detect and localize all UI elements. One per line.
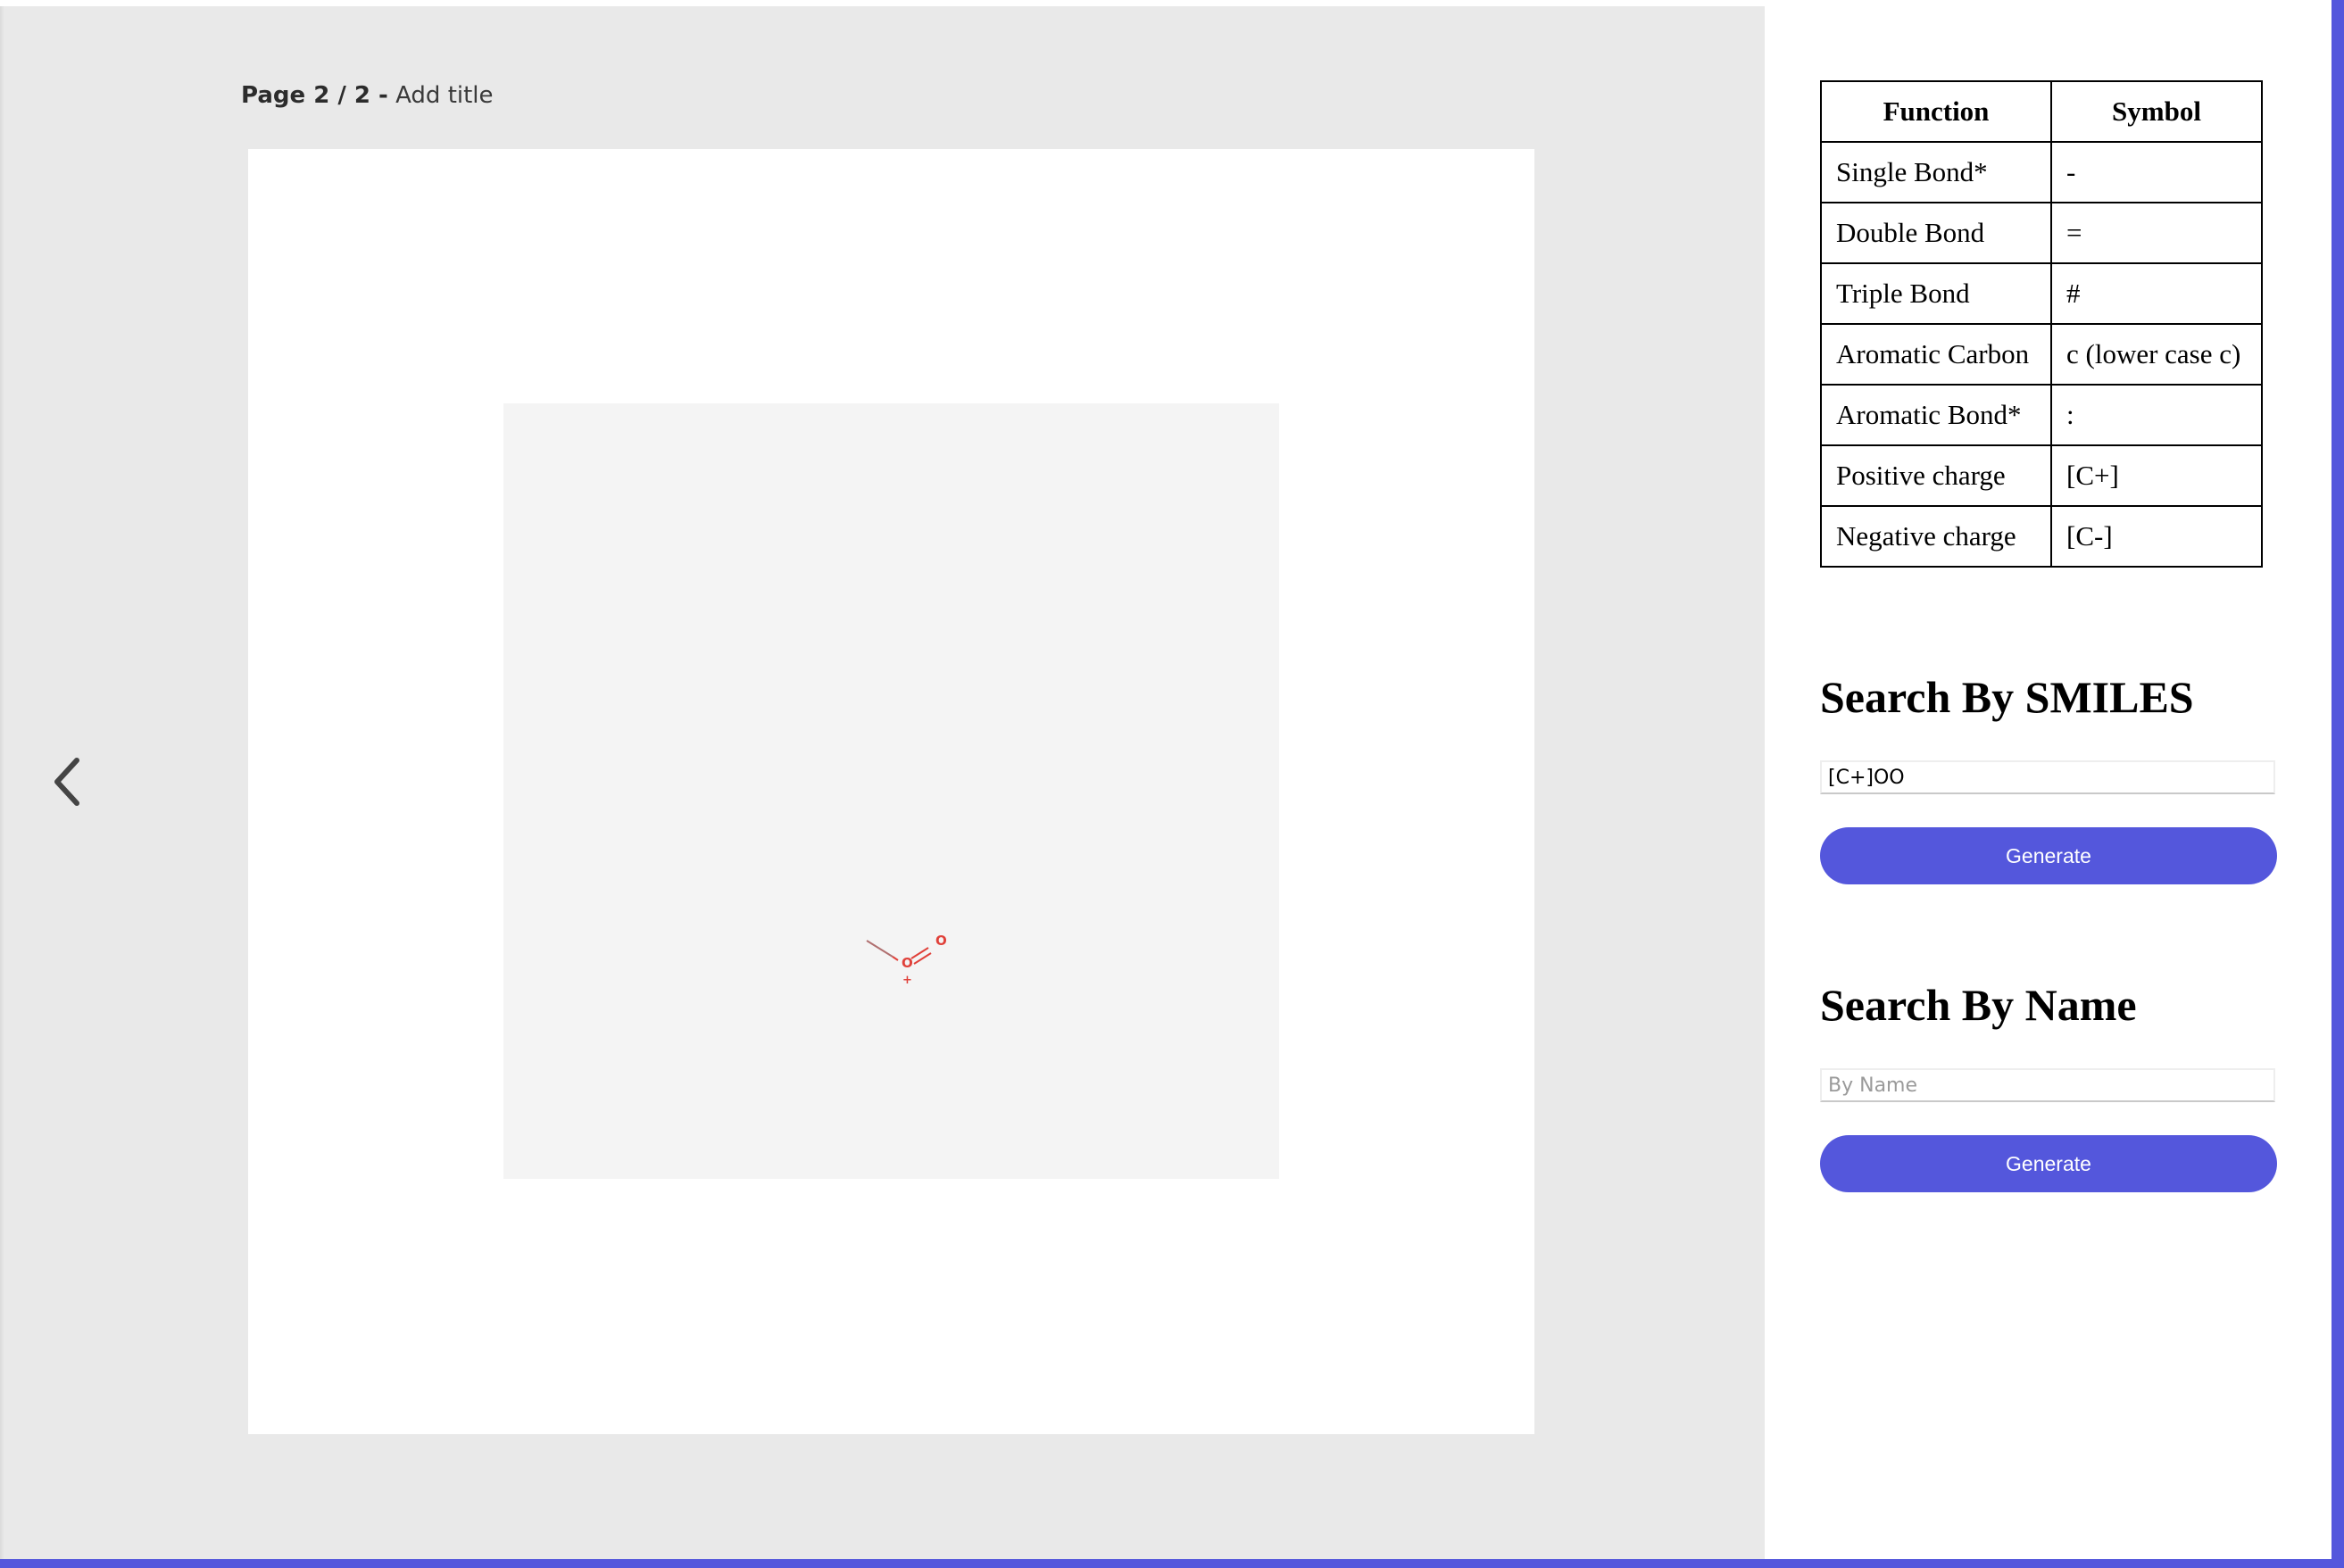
page-title[interactable]: Add title [395, 82, 493, 109]
name-search-title: Search By Name [1820, 980, 2137, 1030]
name-input[interactable] [1820, 1068, 2275, 1102]
search-sidebar: Function Symbol Single Bond* - Double Bo… [1765, 0, 2332, 1559]
molecule-structure: O + O [866, 933, 947, 987]
function-cell: Single Bond* [1820, 141, 2052, 203]
symbol-cell: : [2050, 384, 2263, 446]
table-row: Double Bond = [1820, 202, 2263, 264]
page-number: Page 2 / 2 - [241, 82, 388, 109]
function-cell: Positive charge [1820, 444, 2052, 507]
molecule-viewer: O + O [503, 403, 1279, 1179]
accent-border-bottom [0, 1559, 2344, 1568]
table-row: Aromatic Bond* : [1820, 384, 2263, 446]
symbol-cell: = [2050, 202, 2263, 264]
table-row: Triple Bond # [1820, 262, 2263, 325]
symbol-cell: [C+] [2050, 444, 2263, 507]
function-cell: Double Bond [1820, 202, 2052, 264]
single-bond-segment [892, 956, 899, 961]
generate-smiles-button[interactable]: Generate [1820, 827, 2277, 884]
table-row: Negative charge [C-] [1820, 505, 2263, 568]
column-header-symbol: Symbol [2050, 80, 2263, 143]
smiles-search-title: Search By SMILES [1820, 672, 2194, 722]
document-page: O + O [248, 149, 1534, 1434]
smiles-input[interactable] [1820, 760, 2275, 794]
table-row: Single Bond* - [1820, 141, 2263, 203]
symbol-cell: c (lower case c) [2050, 323, 2263, 386]
previous-page-button[interactable] [45, 751, 95, 812]
function-cell: Triple Bond [1820, 262, 2052, 325]
function-cell: Aromatic Carbon [1820, 323, 2052, 386]
symbol-cell: [C-] [2050, 505, 2263, 568]
symbol-cell: - [2050, 141, 2263, 203]
function-cell: Negative charge [1820, 505, 2052, 568]
atom-label: O [935, 933, 947, 949]
smiles-reference-table: Function Symbol Single Bond* - Double Bo… [1820, 80, 2263, 568]
column-header-function: Function [1820, 80, 2052, 143]
table-row: Aromatic Carbon c (lower case c) [1820, 323, 2263, 386]
chevron-left-icon [54, 758, 79, 806]
accent-border-right [2332, 0, 2344, 1568]
single-bond [866, 940, 894, 958]
charge-label: + [902, 974, 912, 987]
atom-label: O [902, 955, 913, 971]
table-header-row: Function Symbol [1820, 80, 2263, 143]
app-frame: Page 2 / 2 - Add title O + O Function Sy… [0, 0, 2344, 1568]
generate-name-button[interactable]: Generate [1820, 1135, 2277, 1192]
function-cell: Aromatic Bond* [1820, 384, 2052, 446]
symbol-cell: # [2050, 262, 2263, 325]
page-indicator: Page 2 / 2 - Add title [241, 82, 494, 109]
table-row: Positive charge [C+] [1820, 444, 2263, 507]
canvas-edge-shadow [0, 6, 4, 1559]
